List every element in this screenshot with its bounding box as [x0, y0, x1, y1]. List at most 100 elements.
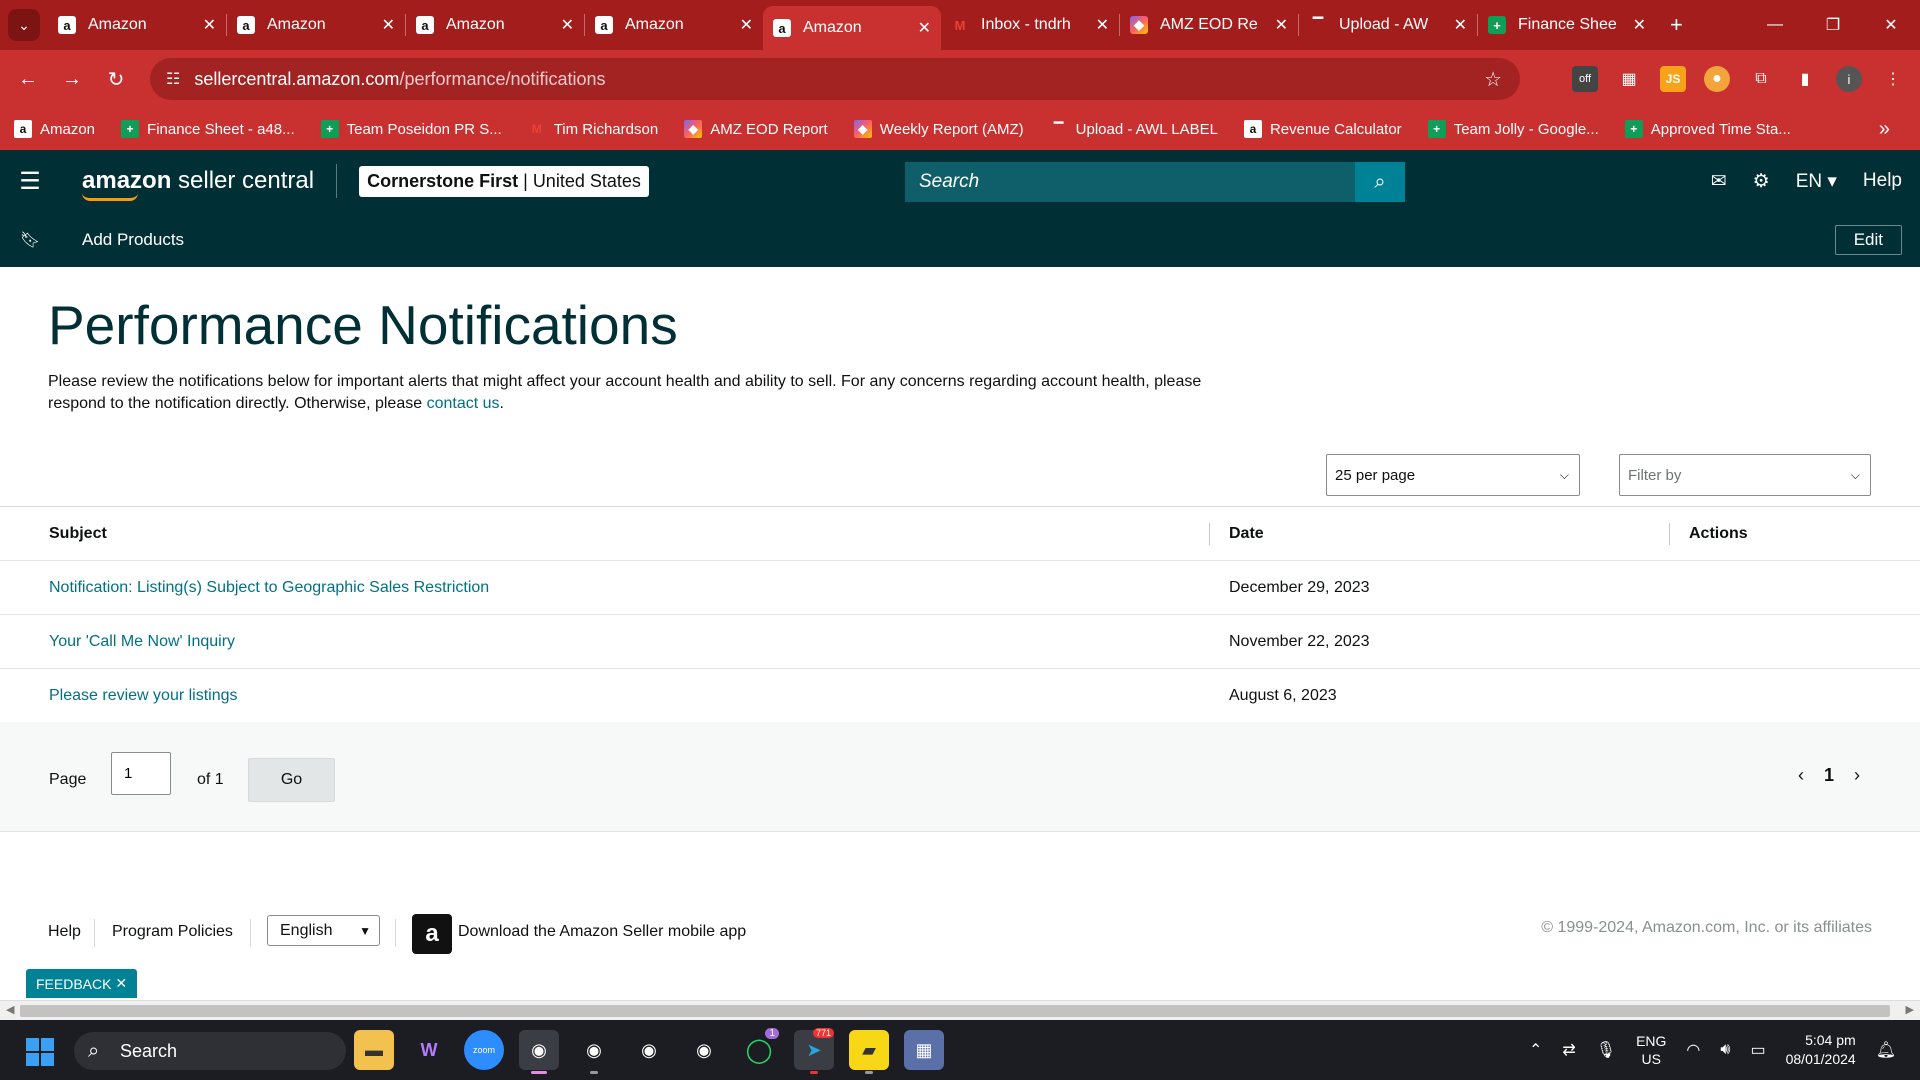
qr-code-icon[interactable]: ▦ [1616, 66, 1642, 92]
bookmark-item[interactable]: + Team Jolly - Google... [1427, 120, 1599, 138]
bookmark-item[interactable]: + Approved Time Sta... [1624, 120, 1791, 138]
amazon-app-icon[interactable]: a [412, 914, 452, 954]
scrollbar-thumb[interactable] [20, 1005, 1890, 1017]
profile-avatar-icon[interactable]: i [1836, 66, 1862, 92]
browser-tab[interactable]: a Amazon ✕ [227, 0, 405, 50]
tray-settings-icon[interactable]: ⇄ [1562, 1040, 1575, 1060]
notification-subject-link[interactable]: Notification: Listing(s) Subject to Geog… [49, 579, 489, 597]
program-policies-link[interactable]: Program Policies [112, 923, 233, 941]
js-extension-icon[interactable]: JS [1660, 66, 1686, 92]
close-tab-icon[interactable]: ✕ [561, 15, 574, 35]
new-tab-button[interactable]: + [1670, 12, 1683, 38]
bookmark-item[interactable]: ▔ Upload - AWL LABEL [1050, 120, 1218, 138]
browser-tab[interactable]: M Inbox - tndrh ✕ [941, 0, 1119, 50]
feedback-button[interactable]: FEEDBACK ✕ [26, 969, 138, 998]
reload-icon[interactable]: ↻ [94, 67, 138, 92]
site-info-icon[interactable]: ☷ [166, 69, 180, 89]
browser-tab[interactable]: a Amazon ✕ [406, 0, 584, 50]
chrome-profile-icon[interactable]: ◉ [684, 1030, 724, 1070]
wifi-icon[interactable]: ◠ [1686, 1040, 1700, 1060]
close-tab-icon[interactable]: ✕ [1275, 15, 1288, 35]
whatsapp-icon[interactable]: ◯ 1 [739, 1028, 779, 1070]
chevron-right-icon[interactable]: › [1854, 765, 1860, 786]
microphone-icon[interactable]: 🎙︎ [1596, 1040, 1616, 1060]
side-panel-icon[interactable]: ▮ [1792, 66, 1818, 92]
edit-button[interactable]: Edit [1834, 225, 1902, 255]
chevron-up-icon[interactable]: ⌃ [1529, 1040, 1542, 1060]
search-button[interactable]: ⌕ [1355, 162, 1405, 202]
hamburger-menu-icon[interactable]: ☰ [0, 167, 60, 196]
bookmark-item[interactable]: ◆ AMZ EOD Report [684, 120, 828, 138]
bookmark-item[interactable]: M Tim Richardson [528, 120, 658, 138]
notification-bell-icon[interactable]: 🔔︎ [1876, 1040, 1896, 1060]
minimize-icon[interactable]: — [1746, 0, 1804, 50]
back-icon[interactable]: ← [6, 68, 50, 91]
browser-tab[interactable]: + Finance Shee ✕ [1478, 0, 1656, 50]
close-window-icon[interactable]: ✕ [1862, 0, 1920, 50]
bookmarks-overflow-icon[interactable]: » [1879, 118, 1890, 141]
horizontal-scrollbar[interactable]: ◀ ▶ [0, 1000, 1920, 1020]
extension-off-icon[interactable]: off [1572, 66, 1598, 92]
per-page-select[interactable]: 25 per page ⌵ [1326, 454, 1580, 496]
bookmark-item[interactable]: + Team Poseidon PR S... [320, 120, 502, 138]
current-page[interactable]: 1 [1824, 765, 1834, 786]
browser-tab[interactable]: a Amazon ✕ [585, 0, 763, 50]
taskbar-clock[interactable]: 5:04 pm 08/01/2024 [1786, 1031, 1856, 1069]
mail-icon[interactable]: ✉ [1711, 170, 1727, 193]
scroll-right-icon[interactable]: ▶ [1906, 1003, 1914, 1016]
telegram-icon[interactable]: ➤ 771 [794, 1028, 834, 1074]
footer-help-link[interactable]: Help [48, 923, 81, 941]
store-switcher[interactable]: Cornerstone First | United States [359, 165, 649, 197]
language-selector[interactable]: EN ▾ [1796, 170, 1837, 193]
bookmark-icon[interactable]: 🔖︎ [0, 230, 60, 250]
close-tab-icon[interactable]: ✕ [1633, 15, 1646, 35]
notification-subject-link[interactable]: Your 'Call Me Now' Inquiry [49, 633, 235, 651]
volume-icon[interactable]: 🔊︎ [1720, 1041, 1730, 1059]
seller-central-logo[interactable]: amazon seller central [82, 167, 314, 201]
chrome-icon[interactable]: ◉ [519, 1030, 559, 1074]
w-app-icon[interactable]: W [409, 1030, 449, 1070]
chrome-profile-icon[interactable]: ◉ [629, 1030, 669, 1070]
file-explorer-icon[interactable]: ▬ [354, 1030, 394, 1070]
bookmark-star-icon[interactable]: ☆ [1484, 67, 1502, 92]
browser-tab[interactable]: ◆ AMZ EOD Re ✕ [1120, 0, 1298, 50]
calculator-icon[interactable]: ▦ [904, 1030, 944, 1070]
address-bar[interactable]: ☷ sellercentral.amazon.com/performance/n… [150, 58, 1520, 100]
footer-language-select[interactable]: English ▼ [267, 915, 380, 946]
windows-start-icon[interactable] [26, 1038, 54, 1066]
close-tab-icon[interactable]: ✕ [918, 18, 931, 38]
close-tab-icon[interactable]: ✕ [382, 15, 395, 35]
bookmark-item[interactable]: + Finance Sheet - a48... [121, 120, 295, 138]
bookmark-item[interactable]: a Amazon [14, 120, 95, 138]
contact-us-link[interactable]: contact us [427, 395, 500, 412]
bookmark-item[interactable]: ◆ Weekly Report (AMZ) [853, 120, 1024, 138]
close-tab-icon[interactable]: ✕ [740, 15, 753, 35]
restore-icon[interactable]: ❐ [1804, 0, 1862, 50]
colorful-extension-icon[interactable]: ● [1704, 66, 1730, 92]
close-icon[interactable]: ✕ [115, 975, 127, 992]
chrome-profile-icon[interactable]: ◉ [574, 1030, 614, 1074]
help-link[interactable]: Help [1863, 170, 1902, 192]
input-language-indicator[interactable]: ENG US [1636, 1032, 1666, 1068]
scroll-left-icon[interactable]: ◀ [6, 1003, 14, 1016]
close-tab-icon[interactable]: ✕ [1454, 15, 1467, 35]
close-tab-icon[interactable]: ✕ [203, 15, 216, 35]
notification-subject-link[interactable]: Please review your listings [49, 687, 238, 705]
download-app-link[interactable]: Download the Amazon Seller mobile app [458, 923, 746, 941]
browser-menu-icon[interactable]: ⋮ [1880, 66, 1906, 92]
browser-tab[interactable]: ▔ Upload - AW ✕ [1299, 0, 1477, 50]
bookmark-item[interactable]: a Revenue Calculator [1243, 120, 1402, 138]
battery-icon[interactable]: ▭ [1750, 1040, 1765, 1060]
filter-select[interactable]: Filter by ⌵ [1619, 454, 1871, 496]
close-tab-icon[interactable]: ✕ [1096, 15, 1109, 35]
taskbar-search[interactable]: ⌕ Search [74, 1032, 346, 1070]
search-input[interactable] [905, 162, 1355, 202]
zoom-icon[interactable]: zoom [464, 1030, 504, 1070]
browser-tab[interactable]: a Amazon ✕ [763, 6, 941, 50]
page-number-input[interactable] [111, 752, 171, 795]
tab-search-chevron-icon[interactable]: ⌄ [8, 9, 40, 41]
chevron-left-icon[interactable]: ‹ [1798, 765, 1804, 786]
browser-tab[interactable]: a Amazon ✕ [48, 0, 226, 50]
extensions-puzzle-icon[interactable]: ⧉ [1748, 66, 1774, 92]
gear-icon[interactable]: ⚙ [1753, 170, 1770, 193]
